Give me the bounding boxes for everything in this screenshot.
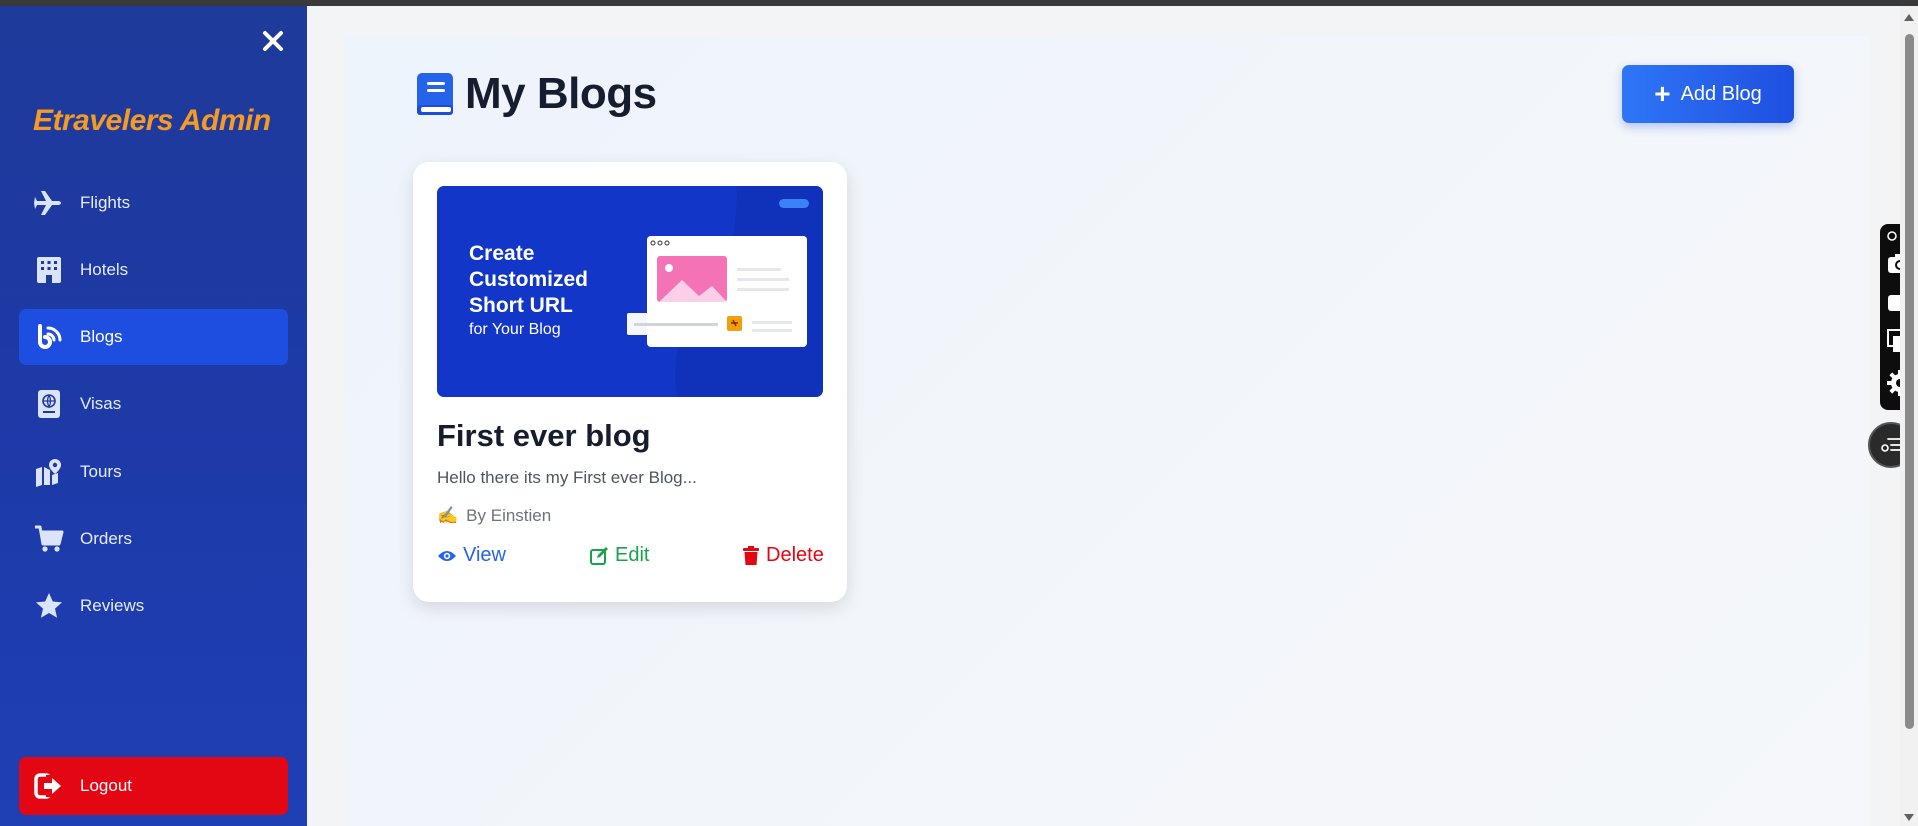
thumbnail-line: for Your Blog xyxy=(469,321,561,338)
sidebar-item-tours[interactable]: Tours xyxy=(19,444,288,500)
blog-title: First ever blog xyxy=(437,418,651,453)
thumbnail-line: Short URL xyxy=(469,294,573,317)
edit-icon xyxy=(590,546,608,565)
blog-excerpt: Hello there its my First ever Blog... xyxy=(437,468,697,487)
logout-label: Logout xyxy=(80,776,132,795)
sidebar-item-reviews[interactable]: Reviews xyxy=(19,578,288,634)
edit-blog-button[interactable]: Edit xyxy=(589,544,649,567)
page-title: My Blogs xyxy=(465,69,657,118)
star-icon xyxy=(32,589,66,623)
sidebar-item-orders[interactable]: Orders xyxy=(19,511,288,567)
thumbnail-text: Create Customized Short URL for Your Blo… xyxy=(469,241,588,339)
sidebar-item-label: Reviews xyxy=(80,596,145,615)
plane-icon xyxy=(32,186,66,220)
writing-hand-icon: ✍️ xyxy=(437,506,459,525)
sidebar-item-label: Orders xyxy=(80,529,132,548)
passport-icon xyxy=(32,387,66,421)
scrollbar-thumb[interactable] xyxy=(1905,34,1914,729)
sidebar-item-blogs[interactable]: Blogs xyxy=(19,309,288,365)
scroll-down-arrow[interactable] xyxy=(1904,814,1914,821)
thumbnail-line: Create xyxy=(469,242,535,265)
main-content: My Blogs + Add Blog Create Customized Sh… xyxy=(345,36,1869,826)
delete-label: Delete xyxy=(766,544,824,566)
sidebar-item-label: Hotels xyxy=(80,260,129,279)
scroll-up-arrow[interactable] xyxy=(1904,14,1914,21)
author-name: By Einstien xyxy=(466,506,552,525)
edit-label: Edit xyxy=(615,544,650,566)
trash-icon xyxy=(743,545,759,565)
brand-title: Etravelers Admin xyxy=(33,104,271,137)
view-blog-button[interactable]: View xyxy=(437,544,506,567)
blog-thumbnail: Create Customized Short URL for Your Blo… xyxy=(437,186,823,397)
logout-button[interactable]: Logout xyxy=(19,757,288,815)
blog-icon xyxy=(32,320,66,354)
close-icon xyxy=(263,31,283,51)
sidebar-item-label: Visas xyxy=(80,394,122,413)
add-blog-label: Add Blog xyxy=(1680,82,1762,105)
delete-blog-button[interactable]: Delete xyxy=(742,544,824,567)
sidebar-item-label: Tours xyxy=(80,462,122,481)
blog-author: ✍️ By Einstien xyxy=(437,506,551,526)
page-header: My Blogs xyxy=(415,69,657,119)
sidebar: Etravelers Admin Flights Hotels Blogs Vi… xyxy=(0,6,307,826)
cart-icon xyxy=(32,522,66,556)
plus-icon: + xyxy=(1654,78,1671,109)
building-icon xyxy=(32,253,66,287)
sidebar-item-label: Flights xyxy=(80,193,131,212)
blog-card: Create Customized Short URL for Your Blo… xyxy=(413,162,847,602)
sidebar-item-flights[interactable]: Flights xyxy=(19,175,288,231)
add-blog-button[interactable]: + Add Blog xyxy=(1622,65,1794,123)
view-label: View xyxy=(463,544,506,566)
thumbnail-line: Customized xyxy=(469,268,589,291)
map-location-icon xyxy=(32,455,66,489)
eye-icon xyxy=(438,550,456,561)
logout-icon xyxy=(32,769,66,803)
sidebar-item-label: Blogs xyxy=(80,327,123,346)
close-sidebar-button[interactable] xyxy=(258,26,288,56)
page-scrollbar[interactable] xyxy=(1900,6,1918,826)
sidebar-item-visas[interactable]: Visas xyxy=(19,376,288,432)
sidebar-item-hotels[interactable]: Hotels xyxy=(19,242,288,298)
book-icon xyxy=(417,73,453,115)
